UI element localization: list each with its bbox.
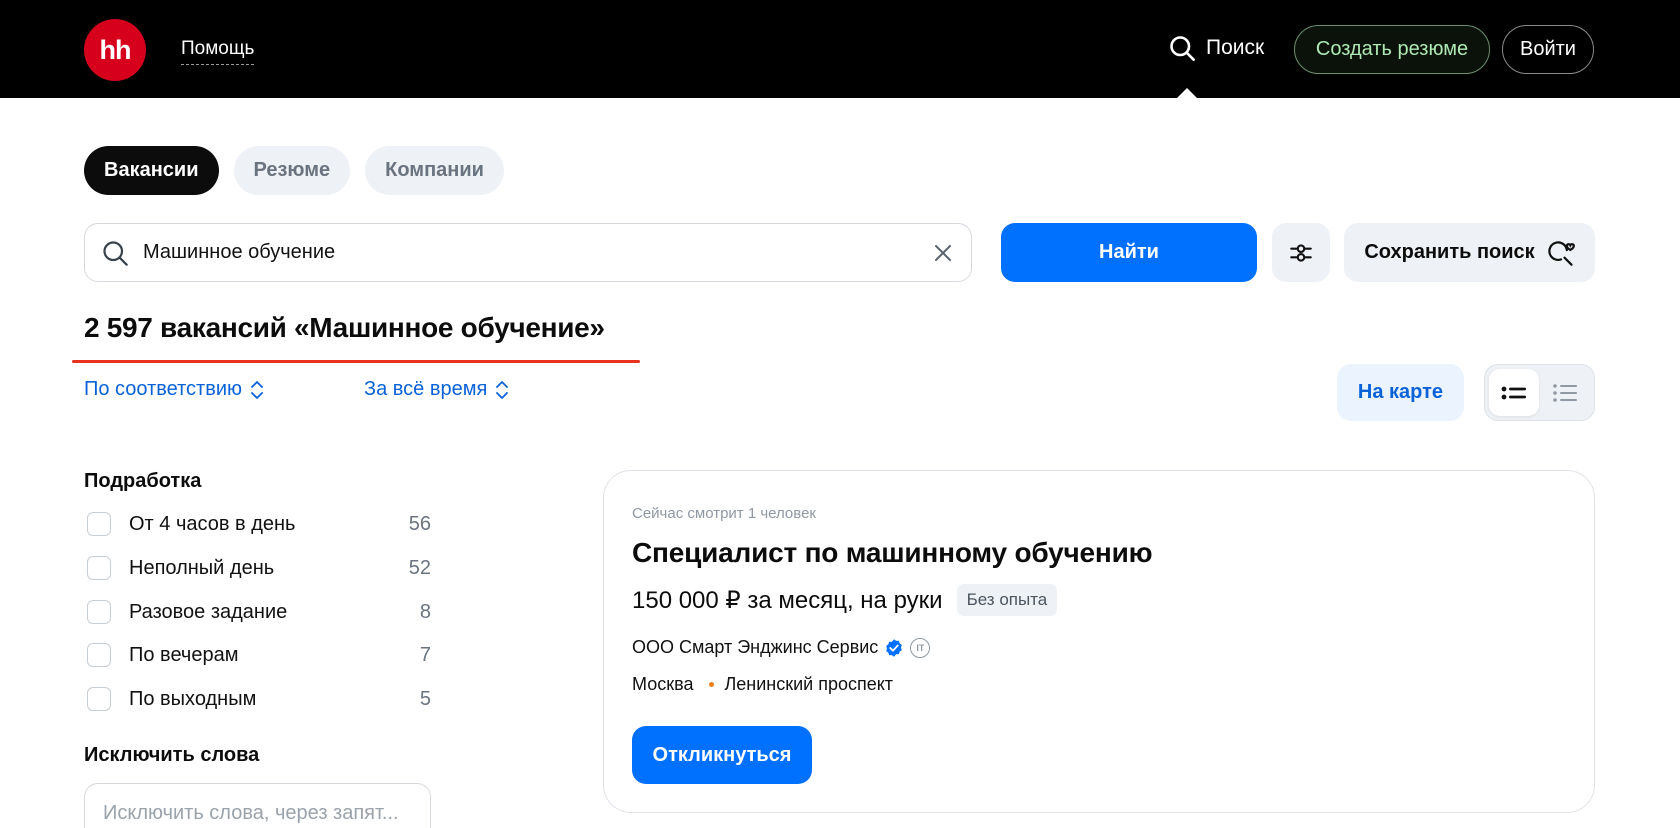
- search-icon: [1170, 36, 1195, 61]
- save-search-button[interactable]: Сохранить поиск: [1344, 223, 1595, 282]
- checkbox[interactable]: [87, 643, 111, 667]
- apply-button[interactable]: Откликнуться: [632, 726, 812, 784]
- vacancy-title-link[interactable]: Специалист по машинному обучению: [632, 537, 1153, 569]
- company-name-link[interactable]: ООО Смарт Энджинс Сервис: [632, 637, 878, 658]
- filter-option-count: 7: [419, 643, 431, 666]
- filter-option-count: 52: [408, 556, 431, 579]
- search-type-tabs: Вакансии Резюме Компании: [84, 146, 504, 195]
- filter-option-count: 8: [419, 600, 431, 623]
- parttime-filter-title: Подработка: [84, 470, 202, 492]
- tab-resumes[interactable]: Резюме: [233, 146, 351, 195]
- heart-search-icon: [1547, 240, 1575, 266]
- filter-option-label: От 4 часов в день: [129, 512, 296, 535]
- results-count-title: 2 597 вакансий «Машинное обучение»: [84, 312, 605, 343]
- salary-row: 150 000 ₽ за месяц, на руки Без опыта: [632, 584, 1058, 616]
- exclude-words-title: Исключить слова: [84, 744, 260, 766]
- map-view-button[interactable]: На карте: [1337, 364, 1464, 421]
- top-header: hh Помощь Поиск Создать резюме Войти: [0, 0, 1680, 99]
- view-toggle: [1484, 364, 1595, 421]
- vacancy-metro: Ленинский проспект: [724, 674, 894, 694]
- checkbox[interactable]: [87, 512, 111, 536]
- filter-option-count: 56: [408, 512, 431, 535]
- viewers-count: Сейчас смотрит 1 человек: [632, 505, 816, 522]
- sort-relevance-label: По соответствию: [84, 378, 242, 400]
- search-input[interactable]: [143, 241, 931, 264]
- find-button[interactable]: Найти: [1001, 223, 1257, 282]
- tab-vacancies[interactable]: Вакансии: [84, 146, 219, 195]
- verified-icon: [886, 638, 903, 657]
- filter-option[interactable]: Разовое задание 8: [87, 597, 431, 627]
- vacancy-city: Москва: [632, 674, 694, 694]
- chevron-up-down-icon: [251, 380, 263, 399]
- advanced-filter-button[interactable]: [1272, 223, 1330, 282]
- filter-option[interactable]: По выходным 5: [87, 684, 431, 714]
- tab-companies[interactable]: Компании: [365, 146, 504, 195]
- filter-option-label: По выходным: [129, 687, 257, 710]
- checkbox[interactable]: [87, 687, 111, 711]
- filter-option-count: 5: [419, 687, 431, 710]
- filter-option-label: Разовое задание: [129, 600, 288, 623]
- metro-line-icon: [709, 682, 715, 687]
- login-button[interactable]: Войти: [1502, 25, 1594, 74]
- view-list-button[interactable]: [1489, 369, 1539, 416]
- create-resume-button[interactable]: Создать резюме: [1294, 25, 1490, 74]
- close-icon[interactable]: [931, 241, 955, 265]
- list-compact-icon: [1553, 383, 1578, 402]
- hh-logo[interactable]: hh: [84, 19, 146, 81]
- exclude-words-input[interactable]: [84, 783, 431, 828]
- save-search-label: Сохранить поиск: [1364, 241, 1535, 263]
- sort-period-select[interactable]: За всё время: [364, 378, 509, 401]
- help-link[interactable]: Помощь: [181, 38, 255, 65]
- sort-period-label: За всё время: [364, 378, 488, 400]
- experience-badge: Без опыта: [956, 584, 1058, 616]
- checkbox[interactable]: [87, 600, 111, 624]
- it-accreditation-icon: IT: [910, 637, 931, 658]
- search-nav-link[interactable]: Поиск: [1168, 34, 1264, 62]
- filter-option-label: Неполный день: [129, 556, 275, 579]
- active-caret: [1176, 88, 1198, 99]
- vacancy-salary: 150 000 ₽ за месяц, на руки: [632, 586, 943, 614]
- list-bold-icon: [1501, 386, 1526, 399]
- checkbox[interactable]: [87, 556, 111, 580]
- vacancy-card[interactable]: Сейчас смотрит 1 человек Специалист по м…: [603, 470, 1595, 813]
- location-row: Москва Ленинский проспект: [632, 674, 893, 695]
- sort-relevance-select[interactable]: По соответствию: [84, 378, 264, 401]
- filter-option[interactable]: По вечерам 7: [87, 640, 431, 670]
- sliders-icon: [1290, 243, 1312, 262]
- search-icon: [103, 240, 128, 266]
- chevron-up-down-icon: [496, 380, 509, 399]
- view-compact-list-button[interactable]: [1541, 369, 1591, 416]
- search-box: [84, 223, 972, 282]
- search-nav-label: Поиск: [1206, 36, 1265, 59]
- filter-option-label: По вечерам: [129, 643, 239, 666]
- company-row: ООО Смарт Энджинс Сервис IT: [632, 637, 931, 658]
- filter-option[interactable]: Неполный день 52: [87, 553, 431, 583]
- title-underline: [72, 360, 640, 363]
- filter-option[interactable]: От 4 часов в день 56: [87, 509, 431, 539]
